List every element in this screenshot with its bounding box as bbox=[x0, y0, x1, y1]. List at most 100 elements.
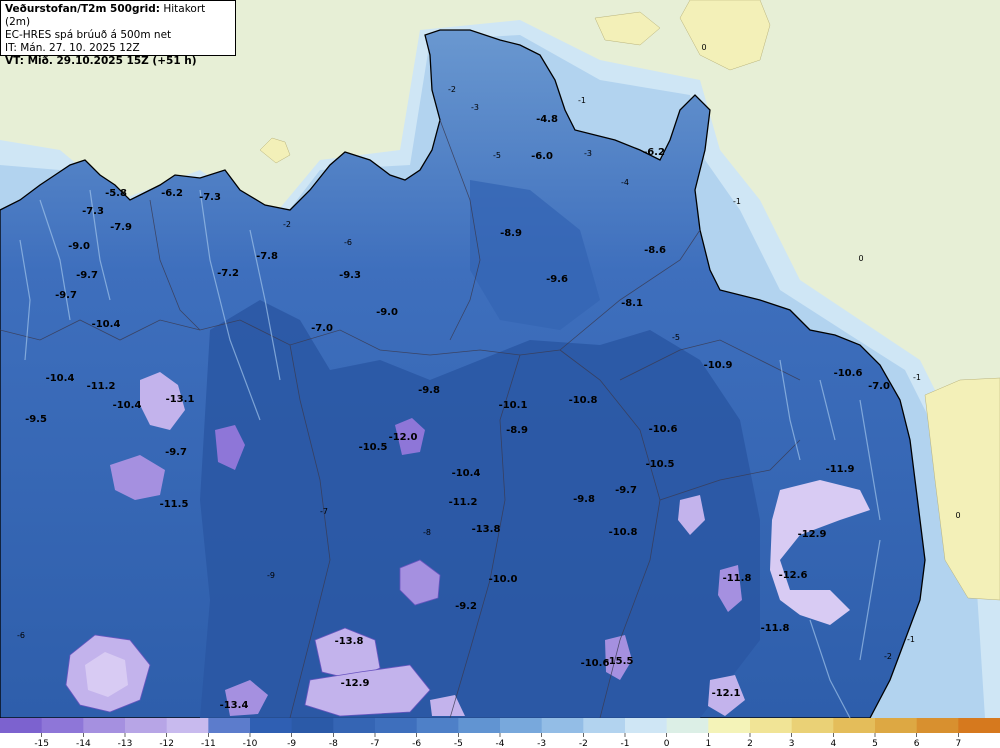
legend-swatch bbox=[333, 718, 376, 733]
temperature-label: -10.1 bbox=[499, 400, 528, 411]
legend-swatch bbox=[541, 718, 584, 733]
contour-label: -5 bbox=[672, 333, 680, 342]
temperature-label: -13.4 bbox=[220, 700, 249, 711]
legend-tick-label: 2 bbox=[747, 739, 753, 748]
legend-tick-label: 1 bbox=[705, 739, 711, 748]
legend-tick-label: -5 bbox=[454, 739, 463, 748]
temperature-label: -9.5 bbox=[25, 414, 47, 425]
temperature-label: -7.2 bbox=[217, 268, 239, 279]
legend-swatch bbox=[583, 718, 626, 733]
temperature-label: -10.0 bbox=[489, 574, 518, 585]
temperature-label: -7.8 bbox=[256, 251, 278, 262]
temperature-label: -8.9 bbox=[506, 425, 528, 436]
legend-tick-label: -7 bbox=[371, 739, 380, 748]
temperature-label: -12.6 bbox=[779, 570, 808, 581]
contour-label: -4 bbox=[621, 178, 629, 187]
contour-label: -1 bbox=[733, 197, 741, 206]
temperature-label: -11.8 bbox=[723, 573, 752, 584]
legend-swatch bbox=[875, 718, 918, 733]
legend-tick-label: -13 bbox=[118, 739, 133, 748]
legend-tick-label: -1 bbox=[621, 739, 630, 748]
temperature-label: -10.8 bbox=[609, 527, 638, 538]
temperature-label: -11.9 bbox=[826, 464, 855, 475]
color-legend: -15 -14 -13 -12 -11 -10 -9 -8 -7 -6 -5 -4 -3 -2 -1 0 1 2 3… bbox=[0, 718, 1000, 748]
contour-label: 0 bbox=[858, 254, 863, 263]
contour-label: -8 bbox=[423, 528, 431, 537]
temperature-label: -10.5 bbox=[359, 442, 388, 453]
legend-swatch bbox=[500, 718, 543, 733]
temperature-label: -13.1 bbox=[166, 394, 195, 405]
legend-swatch bbox=[750, 718, 793, 733]
temperature-label: -9.6 bbox=[546, 274, 568, 285]
temperature-label: -4.8 bbox=[536, 114, 558, 125]
temperature-label: -10.4 bbox=[46, 373, 75, 384]
legend-tick-label: -3 bbox=[537, 739, 546, 748]
legend-tick-labels: -15 -14 -13 -12 -11 -10 -9 -8 -7 -6 -5 -4 -3 -2 -1 0 1 2 3… bbox=[34, 733, 961, 748]
legend-swatch bbox=[125, 718, 168, 733]
temperature-label: -10.8 bbox=[569, 395, 598, 406]
temperature-label: -5.8 bbox=[105, 188, 127, 199]
legend-color-bar bbox=[0, 718, 1000, 733]
legend-tick-label: 0 bbox=[664, 739, 670, 748]
temperature-label: -13.8 bbox=[472, 524, 501, 535]
weather-map-view: -5.8 -7.3 -7.9 -6.2 -7.3 -9.0 -9.7 -9.7 -7.2 -7.8… bbox=[0, 0, 1000, 748]
contour-label: -3 bbox=[471, 103, 479, 112]
legend-tick-label: -4 bbox=[496, 739, 505, 748]
legend-tick-label: -11 bbox=[201, 739, 216, 748]
temperature-label: -12.0 bbox=[389, 432, 418, 443]
temperature-label: -6.2 bbox=[643, 147, 665, 158]
contour-label: -2 bbox=[884, 652, 892, 661]
legend-tick-label: -14 bbox=[76, 739, 91, 748]
temperature-label: -9.0 bbox=[376, 307, 398, 318]
temperature-map[interactable]: -5.8-7.3-7.9-6.2 -7.3-9.0-9.7-9.7-7.2-7.8… bbox=[0, 0, 1000, 718]
temperature-label: -15.5 bbox=[605, 656, 634, 667]
legend-swatch bbox=[375, 718, 418, 733]
temperature-label: -10.4 bbox=[113, 400, 142, 411]
contour-label: 0 bbox=[701, 43, 706, 52]
legend-swatch bbox=[916, 718, 959, 733]
temperature-label: -8.9 bbox=[500, 228, 522, 239]
legend-swatch bbox=[291, 718, 334, 733]
legend-tick-label: 6 bbox=[914, 739, 920, 748]
legend-tick-label: -2 bbox=[579, 739, 588, 748]
temperature-label: -7.9 bbox=[110, 222, 132, 233]
temperature-label: -11.2 bbox=[449, 497, 478, 508]
map-title: Veðurstofan/T2m 500grid: bbox=[5, 3, 160, 15]
temperature-label: -9.7 bbox=[165, 447, 187, 458]
temperature-label: -9.7 bbox=[76, 270, 98, 281]
legend-swatch bbox=[83, 718, 126, 733]
temperature-label: -12.9 bbox=[341, 678, 370, 689]
contour-label: -6 bbox=[17, 631, 25, 640]
temperature-label: -9.8 bbox=[573, 494, 595, 505]
legend-swatch bbox=[41, 718, 84, 733]
legend-tick-label: 4 bbox=[830, 739, 836, 748]
temperature-label: -7.3 bbox=[199, 192, 221, 203]
temperature-label: -10.6 bbox=[649, 424, 678, 435]
legend-swatch bbox=[625, 718, 668, 733]
contour-label: -1 bbox=[907, 635, 915, 644]
map-info-box: Veðurstofan/T2m 500grid: Hitakort (2m) E… bbox=[0, 0, 236, 67]
temperature-label: -8.1 bbox=[621, 298, 643, 309]
legend-swatch bbox=[166, 718, 209, 733]
temperature-label: -9.2 bbox=[455, 601, 477, 612]
temperature-label: -11.8 bbox=[761, 623, 790, 634]
temperature-label: -9.3 bbox=[339, 270, 361, 281]
temperature-label: -9.7 bbox=[55, 290, 77, 301]
issue-time: IT: Mán. 27. 10. 2025 12Z bbox=[5, 42, 140, 54]
legend-swatch bbox=[250, 718, 293, 733]
temperature-label: -11.2 bbox=[87, 381, 116, 392]
temperature-label: -10.9 bbox=[704, 360, 733, 371]
legend-swatch bbox=[833, 718, 876, 733]
contour-label: -3 bbox=[584, 149, 592, 158]
legend-tick-label: 5 bbox=[872, 739, 878, 748]
legend-tick-label: -8 bbox=[329, 739, 338, 748]
temperature-label: -10.4 bbox=[452, 468, 481, 479]
legend-swatch bbox=[208, 718, 251, 733]
contour-label: -9 bbox=[267, 571, 275, 580]
legend-swatch bbox=[791, 718, 834, 733]
contour-label: -2 bbox=[448, 85, 456, 94]
temperature-label: -11.5 bbox=[160, 499, 189, 510]
temperature-label: -7.0 bbox=[311, 323, 333, 334]
contour-label: -1 bbox=[913, 373, 921, 382]
temperature-label: -6.0 bbox=[531, 151, 553, 162]
